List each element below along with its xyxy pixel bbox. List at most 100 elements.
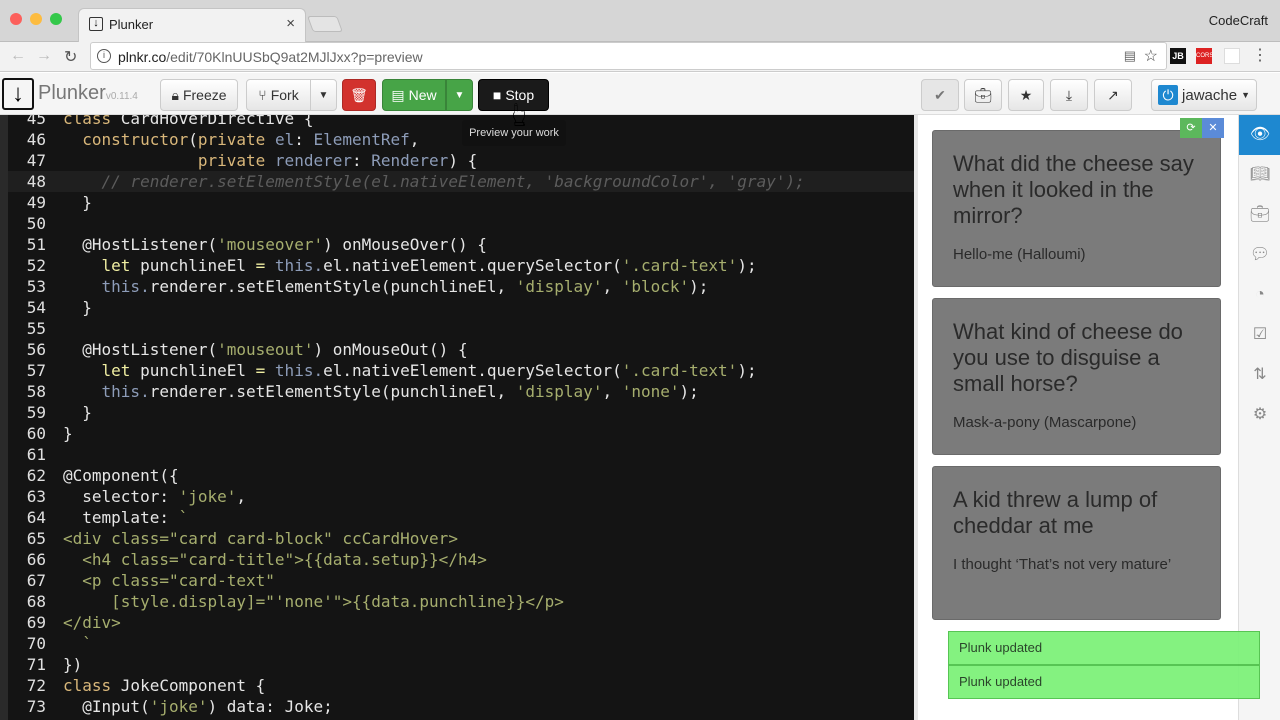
joke-card[interactable]: A kid threw a lump of cheddar at me I tho… (932, 466, 1221, 620)
comment-icon[interactable]: 💬︎ (1239, 235, 1280, 275)
code-line[interactable]: 61 (0, 444, 914, 465)
toast-notification[interactable]: Plunk updated (948, 665, 1260, 699)
code-line[interactable]: 59 } (0, 402, 914, 423)
code-line[interactable]: 52 let punchlineEl = this.el.nativeEleme… (0, 255, 914, 276)
blocked-popup-icon[interactable]: ▤ (1124, 48, 1136, 64)
freeze-button[interactable]: 🔒︎ Freeze (160, 79, 238, 111)
new-button[interactable]: ▤ New (382, 79, 446, 111)
save-check-button[interactable]: ✔ (921, 79, 959, 111)
toast-notification[interactable]: Plunk updated (948, 631, 1260, 665)
plunker-favicon-icon: ↓ (89, 17, 103, 31)
code-line[interactable]: 69 </div> (0, 612, 914, 633)
browser-tab[interactable]: ↓ Plunker × (78, 8, 306, 42)
code-line[interactable]: 70 ` (0, 633, 914, 654)
menu-icon[interactable]: ⋮ (1252, 48, 1268, 64)
open-external-button[interactable]: ↗ (1094, 79, 1132, 111)
code-line[interactable]: 56 @HostListener('mouseout') onMouseOut(… (0, 339, 914, 360)
code-line[interactable]: 60} (0, 423, 914, 444)
code-line[interactable]: 46 constructor(private el: ElementRef, (0, 129, 914, 150)
code-line[interactable]: 58 this.renderer.setElementStyle(punchli… (0, 381, 914, 402)
code-line[interactable]: 48 // renderer.setElementStyle(el.native… (0, 171, 914, 192)
code-token: constructor (82, 130, 189, 149)
card-text: Mask-a-pony (Mascarpone) (953, 414, 1137, 431)
code-line[interactable]: 49 } (0, 192, 914, 213)
fork-dropdown-button[interactable]: ▼ (310, 79, 337, 111)
maximize-window-button[interactable] (50, 13, 62, 25)
cors-extension-icon[interactable]: CORS (1196, 48, 1213, 64)
code-line[interactable]: 64 template: ` (0, 507, 914, 528)
code-token: Renderer (371, 151, 449, 170)
trash-icon: 🗑︎ (350, 86, 368, 103)
new-tab-button[interactable] (307, 16, 343, 32)
code-line[interactable]: 68 [style.display]="'none'">{{data.punch… (0, 591, 914, 612)
star-button[interactable]: ★ (1008, 79, 1044, 111)
code-line[interactable]: 53 this.renderer.setElementStyle(punchli… (0, 276, 914, 297)
blank-extension-icon[interactable] (1224, 48, 1240, 64)
bookmark-star-icon[interactable]: ☆ (1144, 46, 1158, 66)
code-token: : (294, 130, 314, 149)
code-line[interactable]: 57 let punchlineEl = this.el.nativeEleme… (0, 360, 914, 381)
code-line[interactable]: 62 @Component({ (0, 465, 914, 486)
retweet-icon[interactable]: ⇅ (1239, 355, 1280, 395)
profile-name[interactable]: CodeCraft (1209, 13, 1268, 28)
code-token: : (351, 151, 372, 170)
code-token: ); (737, 361, 757, 380)
code-line[interactable]: 66 <h4 class="card-title">{{data.setup}}… (0, 549, 914, 570)
code-token: '.card-text' (621, 256, 738, 275)
briefcase-icon[interactable]: 💼︎ (1239, 195, 1280, 235)
code-line[interactable]: 51 @HostListener('mouseover') onMouseOve… (0, 234, 914, 255)
code-line[interactable]: 63 selector: 'joke', (0, 486, 914, 507)
card-text: Hello-me (Halloumi) (953, 246, 1086, 263)
code-line[interactable]: 72 class JokeComponent { (0, 675, 914, 696)
jetbrains-extension-icon[interactable]: JB (1170, 48, 1186, 64)
gear-icon[interactable]: ⚙ (1239, 395, 1280, 435)
info-icon[interactable]: i (97, 49, 111, 63)
code-token: CardHoverDirective { (120, 115, 314, 128)
code-line[interactable]: 45 class CardHoverDirective { (0, 115, 914, 129)
code-editor[interactable]: 45 class CardHoverDirective {46 construct… (0, 115, 914, 720)
delete-button[interactable]: 🗑︎ (342, 79, 376, 111)
new-dropdown-button[interactable]: ▼ (446, 79, 473, 111)
address-bar-row: ← → ↻ i plnkr.co/edit/70KlnUUSbQ9at2MJlJ… (0, 42, 1280, 72)
user-menu-button[interactable]: ⏻ jawache ▼ (1151, 79, 1257, 111)
code-line[interactable]: 73 @Input('joke') data: Joke; (0, 696, 914, 717)
toolbox-button[interactable]: 💼︎ (964, 79, 1002, 111)
close-tab-icon[interactable]: × (286, 15, 295, 32)
back-icon[interactable]: ← (10, 47, 26, 65)
download-button[interactable]: ⤓ (1050, 79, 1088, 111)
code-line[interactable]: 71}) (0, 654, 914, 675)
minimize-window-button[interactable] (30, 13, 42, 25)
plunker-logo-icon[interactable]: ↓ (2, 78, 34, 110)
reload-icon[interactable]: ↻ (64, 47, 77, 67)
dashboard-icon[interactable]: ◔ (1239, 275, 1280, 315)
code-token: } (63, 298, 92, 317)
code-token: el.nativeElement.querySelector( (323, 256, 622, 275)
eye-icon[interactable]: 👁︎ (1239, 115, 1280, 155)
forward-icon[interactable]: → (36, 47, 52, 65)
code-line[interactable]: 55 (0, 318, 914, 339)
fork-button[interactable]: ⑂ Fork (246, 79, 311, 111)
code-token: this. (274, 361, 324, 380)
joke-card[interactable]: What kind of cheese do you use to disgui… (932, 298, 1221, 455)
code-line[interactable]: 47 private renderer: Renderer) { (0, 150, 914, 171)
expand-icon[interactable]: ✕ (1202, 118, 1224, 138)
code-line[interactable]: 65 <div class="card card-block" ccCardHov… (0, 528, 914, 549)
code-line[interactable]: 67 <p class="card-text" (0, 570, 914, 591)
url-input[interactable]: i plnkr.co/edit/70KlnUUSbQ9at2MJlJxx?p=p… (90, 42, 1167, 70)
plunker-toolbar: ↓ Plunkerv0.11.4 🔒︎ Freeze ⑂ Fork ▼ 🗑︎ ▤ Ne… (0, 73, 1280, 115)
refresh-icon[interactable]: ⟳ (1180, 118, 1202, 138)
code-token: ElementRef (313, 130, 410, 149)
code-line[interactable]: 54 } (0, 297, 914, 318)
close-window-button[interactable] (10, 13, 22, 25)
joke-card[interactable]: What did the cheese say when it looked i… (932, 130, 1221, 287)
code-token: ) onMouseOver() { (323, 235, 487, 254)
code-token: class (63, 676, 121, 695)
code-line[interactable]: 50 (0, 213, 914, 234)
book-icon[interactable]: 📖︎ (1239, 155, 1280, 195)
editor-gutter-edge (0, 115, 8, 720)
check-square-icon[interactable]: ☑ (1239, 315, 1280, 355)
caret-down-icon: ▼ (318, 89, 329, 101)
code-token: 'display' (515, 277, 603, 296)
preview-controls: ⟳ ✕ (1180, 118, 1224, 138)
